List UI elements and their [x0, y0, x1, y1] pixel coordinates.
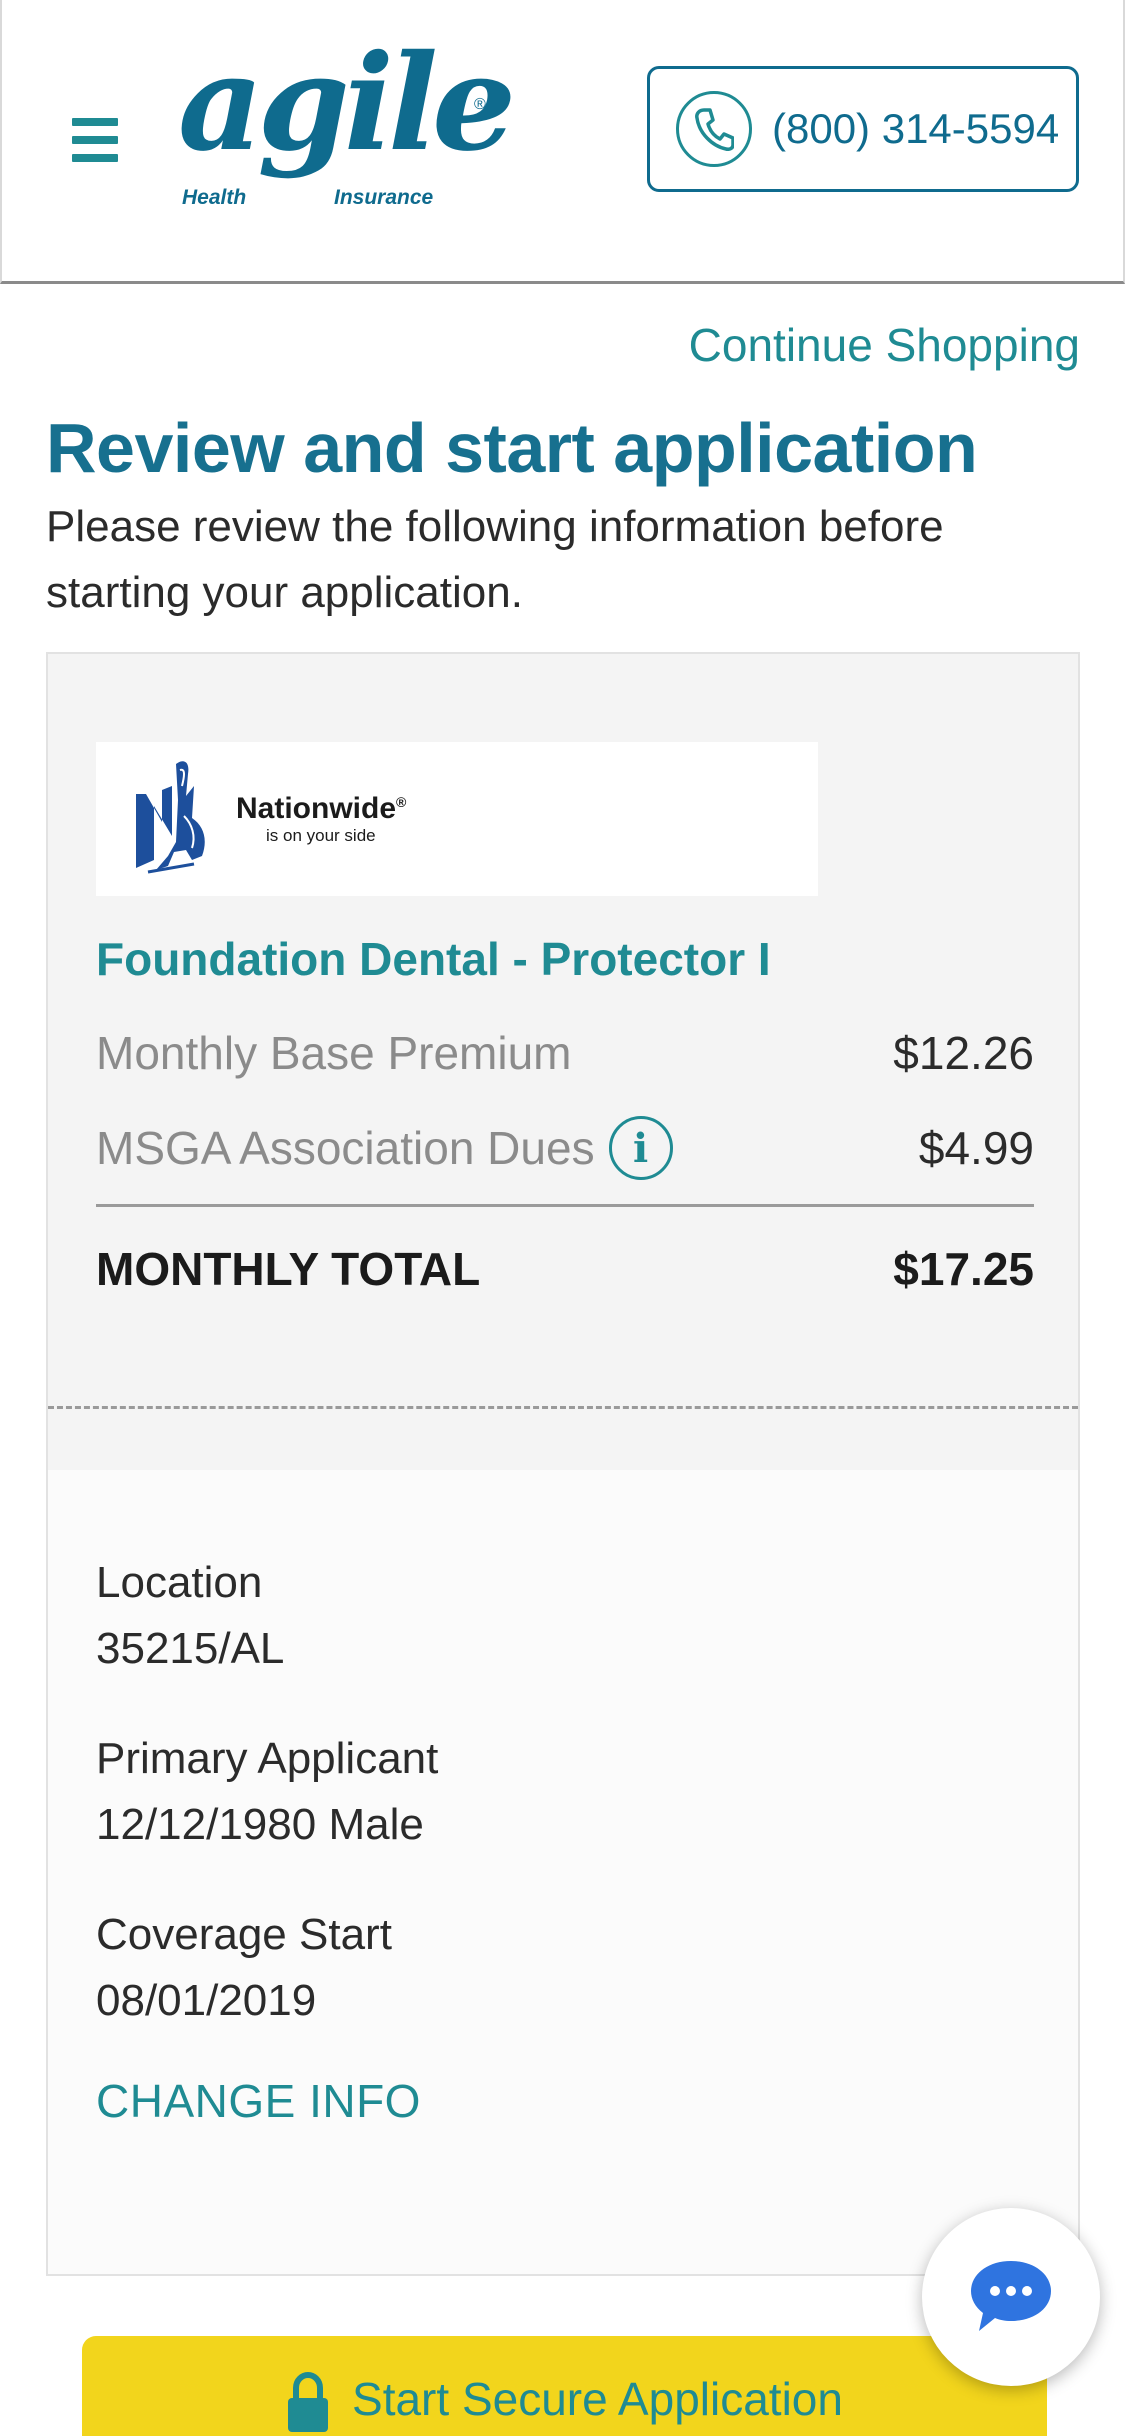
chat-bubble-icon — [971, 2261, 1051, 2331]
carrier-name-text: Nationwide — [236, 792, 397, 825]
change-info-link[interactable]: CHANGE INFO — [96, 2074, 421, 2128]
chat-button[interactable] — [922, 2208, 1100, 2386]
logo-insurance-text: Insurance — [334, 186, 434, 209]
association-dues-value: $4.99 — [918, 1122, 1034, 1174]
carrier-name: Nationwide® — [236, 792, 406, 826]
base-premium-row: Monthly Base Premium $12.26 — [96, 1026, 1034, 1080]
phone-number: (800) 314-5594 — [772, 105, 1060, 152]
carrier-logo-box: Nationwide® is on your side — [96, 742, 818, 896]
page-title: Review and start application — [46, 409, 978, 487]
page-subtitle: Please review the following information … — [46, 502, 944, 617]
base-premium-label: Monthly Base Premium — [96, 1027, 572, 1079]
association-dues-label: MSGA Association Dues — [96, 1122, 595, 1174]
carrier-registered-mark: ® — [396, 794, 407, 810]
lock-icon — [288, 2372, 329, 2432]
start-application-label: Start Secure Application — [352, 2373, 843, 2425]
plan-name: Foundation Dental - Protector I — [96, 933, 771, 985]
location-label: Location — [96, 1558, 263, 1607]
continue-shopping-link[interactable]: Continue Shopping — [689, 318, 1080, 372]
association-dues-row: MSGA Association Dues i $4.99 — [96, 1116, 1034, 1180]
total-divider — [96, 1204, 1034, 1207]
monthly-total-label: MONTHLY TOTAL — [96, 1243, 481, 1295]
logo-wordmark: agile — [178, 26, 516, 181]
info-icon[interactable]: i — [608, 1116, 673, 1180]
start-secure-application-button[interactable]: Start Secure Application — [82, 2336, 1047, 2436]
site-header: agile ® Health Insurance (800) 314-5594 — [0, 0, 1125, 284]
call-phone-button[interactable]: (800) 314-5594 — [647, 66, 1079, 192]
plan-pricing-section: Nationwide® is on your side Foundation D… — [48, 654, 1078, 1470]
nationwide-eagle-logo — [136, 761, 205, 874]
plan-summary-card: Nationwide® is on your side Foundation D… — [46, 652, 1080, 2276]
coverage-start-value: 08/01/2019 — [96, 1976, 317, 2025]
dashed-separator — [48, 1406, 1078, 1409]
location-value: 35215/AL — [96, 1624, 285, 1673]
primary-applicant-label: Primary Applicant — [96, 1734, 439, 1783]
agile-logo[interactable]: agile ® Health Insurance — [178, 38, 516, 220]
location-info: Location 35215/AL — [96, 1550, 284, 1682]
logo-registered-mark: ® — [474, 96, 486, 113]
base-premium-value: $12.26 — [893, 1027, 1034, 1079]
primary-applicant-info: Primary Applicant 12/12/1980 Male — [96, 1726, 438, 1858]
hamburger-menu-icon[interactable] — [72, 118, 118, 162]
logo-health-text: Health — [182, 186, 247, 209]
association-dues-label-group: MSGA Association Dues i — [96, 1116, 673, 1180]
carrier-tagline: is on your side — [266, 826, 376, 845]
coverage-start-info: Coverage Start 08/01/2019 — [96, 1902, 392, 2034]
coverage-start-label: Coverage Start — [96, 1910, 392, 1959]
phone-icon — [676, 91, 752, 167]
monthly-total-row: MONTHLY TOTAL $17.25 — [96, 1242, 1034, 1296]
monthly-total-value: $17.25 — [893, 1243, 1034, 1295]
primary-applicant-value: 12/12/1980 Male — [96, 1800, 424, 1849]
